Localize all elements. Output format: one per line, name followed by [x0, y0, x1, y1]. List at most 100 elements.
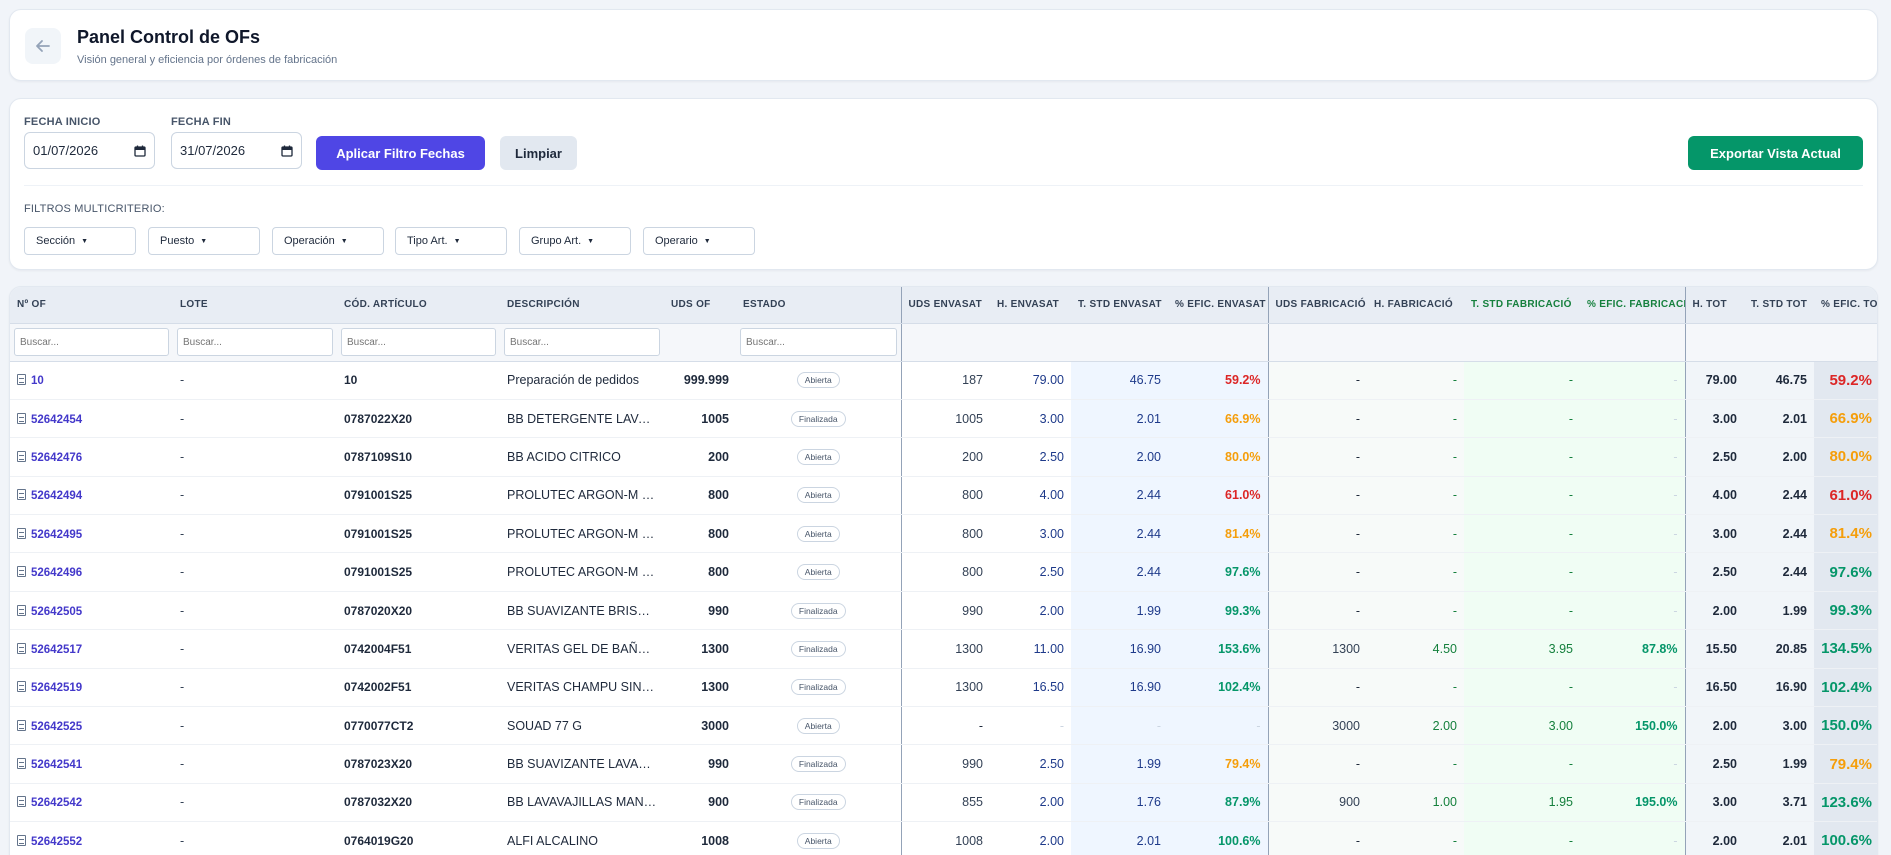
article-code-cell: 0770077CT2 — [337, 706, 500, 746]
description-cell: BB ACIDO CITRICO — [500, 437, 664, 477]
table-row[interactable]: 52642454-0787022X20BB DETERGENTE LAVADOR… — [10, 399, 1877, 439]
col-header-desc[interactable]: DESCRIPCIÓN — [500, 287, 664, 324]
of-link[interactable]: 52642519 — [31, 682, 82, 694]
table-row[interactable]: 52642494-0791001S25PROLUTEC ARGON-M JABO… — [10, 476, 1877, 516]
of-cell[interactable]: 52642494 — [10, 476, 173, 516]
article-type-filter-dropdown[interactable]: Tipo Art. ▼ — [395, 227, 507, 255]
back-button[interactable] — [25, 28, 61, 64]
of-link[interactable]: 52642454 — [31, 414, 82, 426]
calendar-icon[interactable] — [134, 145, 146, 157]
table-row[interactable]: 52642496-0791001S25PROLUTEC ARGON-M JABO… — [10, 552, 1877, 592]
status-badge: Abierta — [796, 448, 840, 465]
t-fab-cell: - — [1464, 361, 1580, 400]
search-lote-input[interactable] — [177, 328, 333, 356]
export-view-button[interactable]: Exportar Vista Actual — [1688, 136, 1863, 170]
col-header-t-tot[interactable]: T. STD TOT — [1744, 287, 1814, 324]
h-env-cell: 2.00 — [990, 783, 1071, 823]
end-date-input[interactable]: 31/07/2026 — [171, 132, 302, 169]
table-row[interactable]: 52642525-0770077CT2 SOUAD 77 G 3000 Abierta… — [10, 706, 1877, 746]
article-code-cell: 0742002F51 — [337, 668, 500, 708]
operator-filter-dropdown[interactable]: Operario ▼ — [643, 227, 755, 255]
search-desc-input[interactable] — [504, 328, 660, 356]
h-fab-cell: - — [1367, 399, 1464, 439]
start-date-input[interactable]: 01/07/2026 — [24, 132, 155, 169]
clear-filters-button[interactable]: Limpiar — [500, 136, 577, 170]
table-row[interactable]: 52642519-0742002F51 VERITAS CHAMPU SIN SA… — [10, 668, 1877, 708]
of-cell[interactable]: 52642495 — [10, 514, 173, 554]
uds-of-cell: 999.999 — [664, 361, 736, 400]
uds-of-cell: 200 — [664, 437, 736, 477]
uds-of-cell: 1008 — [664, 821, 736, 855]
col-header-h-env[interactable]: H. ENVASAT — [990, 287, 1071, 324]
of-link[interactable]: 52642494 — [31, 490, 82, 502]
operation-filter-dropdown[interactable]: Operación ▼ — [272, 227, 384, 255]
search-cod-input[interactable] — [341, 328, 496, 356]
of-link[interactable]: 52642542 — [31, 797, 82, 809]
col-header-lote[interactable]: LOTE — [173, 287, 337, 324]
table-row[interactable]: 52642517 -0742004F51 VERITAS GEL DE BAÑO A… — [10, 629, 1877, 669]
t-tot-cell: 3.71 — [1744, 783, 1814, 823]
document-icon — [17, 489, 26, 501]
of-cell[interactable]: 52642476 — [10, 437, 173, 477]
of-link[interactable]: 52642517 — [31, 644, 82, 656]
h-env-cell: 4.00 — [990, 476, 1071, 516]
of-link[interactable]: 52642496 — [31, 567, 82, 579]
col-header-e-fab[interactable]: % EFIC. FABRICACIÓ — [1580, 287, 1685, 324]
article-code-cell: 0764019G20 — [337, 821, 500, 855]
document-icon — [17, 527, 26, 539]
e-env-cell: 97.6% — [1168, 552, 1268, 592]
of-link[interactable]: 52642495 — [31, 529, 82, 541]
apply-date-filter-button[interactable]: Aplicar Filtro Fechas — [316, 136, 485, 170]
of-cell[interactable]: 52642542 — [10, 783, 173, 823]
of-link[interactable]: 10 — [31, 375, 44, 387]
of-cell[interactable]: 52642519 — [10, 668, 173, 708]
article-group-filter-dropdown[interactable]: Grupo Art. ▼ — [519, 227, 631, 255]
divider — [24, 185, 1863, 186]
of-cell[interactable]: 52642517 — [10, 629, 173, 669]
of-cell[interactable]: 52642454 — [10, 399, 173, 439]
e-env-cell: - — [1168, 706, 1268, 746]
h-tot-cell: 2.00 — [1684, 706, 1744, 746]
of-cell[interactable]: 52642496 — [10, 552, 173, 592]
of-link[interactable]: 52642505 — [31, 606, 82, 618]
col-header-h-tot[interactable]: H. TOT — [1684, 287, 1744, 324]
h-fab-cell: 2.00 — [1367, 706, 1464, 746]
table-search-row — [10, 323, 1877, 362]
of-link[interactable]: 52642541 — [31, 759, 82, 771]
uds-fab-cell: - — [1267, 361, 1367, 400]
col-header-t-fab[interactable]: T. STD FABRICACIÓ — [1464, 287, 1580, 324]
table-row[interactable]: 52642542 -0787032X20 BB LAVAVAJILLAS MANZA… — [10, 783, 1877, 823]
of-cell[interactable]: 52642525 — [10, 706, 173, 746]
col-header-t-env[interactable]: T. STD ENVASAT — [1071, 287, 1168, 324]
of-cell[interactable]: 52642552 — [10, 821, 173, 855]
of-link[interactable]: 52642525 — [31, 721, 82, 733]
col-header-uds-fab[interactable]: UDS FABRICACIÓ — [1267, 287, 1367, 324]
end-date-label: FECHA FIN — [171, 116, 232, 128]
of-link[interactable]: 52642552 — [31, 836, 82, 848]
col-header-estado[interactable]: ESTADO — [736, 287, 901, 324]
section-filter-dropdown[interactable]: Sección ▼ — [24, 227, 136, 255]
of-cell[interactable]: 10 — [10, 361, 173, 400]
uds-env-cell: 800 — [900, 552, 990, 592]
search-estado-input[interactable] — [740, 328, 897, 356]
post-filter-dropdown[interactable]: Puesto ▼ — [148, 227, 260, 255]
col-header-e-tot[interactable]: % EFIC. TOT — [1814, 287, 1877, 324]
of-cell[interactable]: 52642541 — [10, 744, 173, 784]
col-header-h-fab[interactable]: H. FABRICACIÓ — [1367, 287, 1464, 324]
calendar-icon[interactable] — [281, 145, 293, 157]
table-row[interactable]: 52642541-0787023X20 BB SUAVIZANTE LAVANDA… — [10, 744, 1877, 784]
table-row[interactable]: 52642476-0787109S10 BB ACIDO CITRICO 200 Ab… — [10, 437, 1877, 477]
col-header-cod[interactable]: CÓD. ARTÍCULO — [337, 287, 500, 324]
table-row[interactable]: 52642505-0787020X20 BB SUAVIZANTE BRISA M… — [10, 591, 1877, 631]
h-tot-cell: 15.50 — [1684, 629, 1744, 669]
col-header-uds[interactable]: UDS OF — [664, 287, 736, 324]
table-row[interactable]: 52642495-0791001S25PROLUTEC ARGON-M JABO… — [10, 514, 1877, 554]
table-row[interactable]: 52642552-0764019G20 ALFI ALCALINO 1008 Abie… — [10, 821, 1877, 855]
of-link[interactable]: 52642476 — [31, 452, 82, 464]
search-of-input[interactable] — [14, 328, 169, 356]
col-header-of[interactable]: Nº OF — [10, 287, 173, 324]
of-cell[interactable]: 52642505 — [10, 591, 173, 631]
col-header-e-env[interactable]: % EFIC. ENVASAT — [1168, 287, 1268, 324]
col-header-uds-env[interactable]: UDS ENVASAT — [900, 287, 990, 324]
table-row[interactable]: 10-10 Preparación de pedidos 999.999 Abiert… — [10, 361, 1877, 400]
